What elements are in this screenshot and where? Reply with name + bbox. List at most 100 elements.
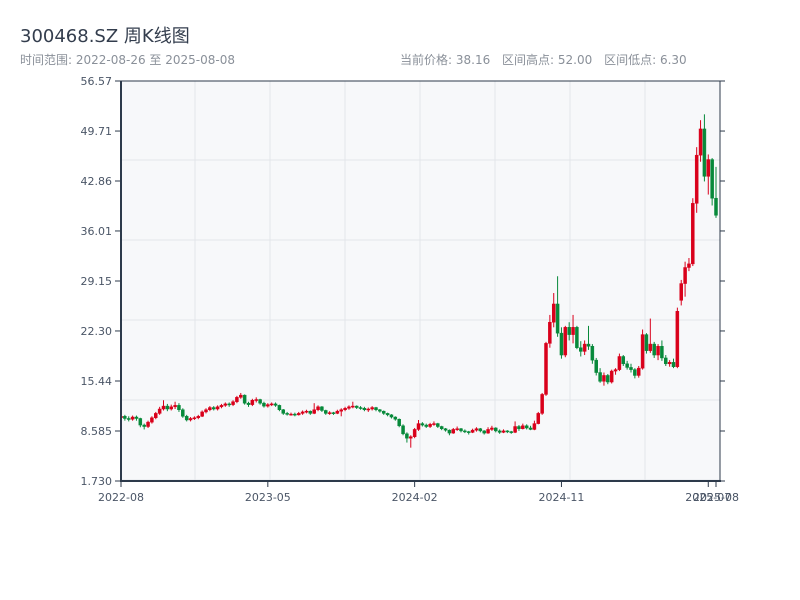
candle-down [374, 407, 378, 410]
candle-down [211, 407, 216, 410]
candle-up [636, 367, 641, 376]
candle-up [192, 417, 197, 420]
candle-down [710, 159, 714, 199]
candle-down [393, 416, 398, 420]
candle-up [347, 406, 351, 409]
candle-down [463, 430, 467, 433]
candle-down [227, 403, 231, 406]
candle-down [165, 405, 170, 410]
candle-down [509, 431, 513, 433]
candle-up [536, 413, 541, 424]
candle-up [200, 411, 204, 417]
candle-up [416, 423, 421, 430]
candle-up [490, 427, 494, 430]
candle-up [188, 418, 193, 421]
candle-down [505, 430, 510, 433]
candle-down [320, 406, 324, 411]
x-tick-label: 2024-11 [538, 491, 584, 504]
candle-down [439, 426, 444, 429]
candle-up [687, 263, 691, 268]
candle-up [316, 406, 320, 410]
x-tick-label: 2022-08 [98, 491, 144, 504]
candle-up [694, 154, 699, 204]
candle-down [528, 427, 533, 430]
candle-up [269, 403, 274, 406]
candle-up [691, 203, 695, 265]
candle-up [146, 421, 150, 427]
candle-up [548, 321, 552, 344]
x-tick-label: 2025-08 [693, 491, 739, 504]
candle-down [494, 427, 498, 432]
candle-up [161, 405, 166, 410]
y-tick-label: 56.57 [81, 75, 113, 88]
candle-down [293, 413, 297, 416]
candle-up [513, 426, 517, 433]
candle-up [239, 394, 243, 398]
candle-down [621, 356, 626, 365]
candle-down [436, 423, 440, 427]
candle-up [335, 410, 340, 414]
candle-down [177, 405, 181, 410]
candle-down [273, 403, 278, 406]
candle-down [262, 402, 266, 407]
y-tick-label: 49.71 [81, 125, 113, 138]
candle-down [420, 423, 425, 426]
candle-up [289, 413, 293, 416]
candle-up [370, 407, 374, 410]
candle-down [594, 359, 598, 373]
candle-up [150, 417, 154, 423]
candle-up [679, 283, 683, 301]
candle-up [412, 429, 417, 437]
candle-up [470, 429, 475, 433]
candlestick-chart: 1.730 8.585 15.44 22.30 29.15 36.01 42.86 49.71… [81, 75, 739, 504]
candle-up [683, 267, 687, 284]
x-tick-label: 2023-05 [245, 491, 291, 504]
candle-down [331, 412, 336, 414]
candle-up [602, 375, 606, 382]
candle-down [443, 428, 448, 431]
x-tick-label: 2024-02 [392, 491, 438, 504]
candle-up [613, 369, 618, 372]
candle-down [664, 357, 668, 365]
candle-up [428, 424, 432, 427]
candle-down [660, 346, 664, 359]
candle-up [409, 436, 413, 439]
candle-down [401, 425, 405, 435]
candle-down [362, 408, 367, 410]
candle-down [184, 416, 189, 421]
candle-up [366, 408, 371, 411]
candle-down [246, 402, 251, 405]
candle-up [312, 409, 316, 414]
candle-up [196, 416, 201, 419]
candle-down [671, 362, 676, 367]
candle-down [586, 343, 591, 347]
y-tick-label: 15.44 [81, 375, 113, 388]
candle-down [559, 332, 564, 356]
candle-down [702, 128, 707, 177]
candle-up [304, 410, 309, 413]
candle-down [358, 407, 363, 409]
candle-down [142, 424, 146, 427]
candle-down [625, 363, 629, 368]
candle-down [138, 418, 143, 426]
candle-up [451, 429, 456, 434]
candle-down [644, 334, 649, 351]
candle-down [466, 431, 471, 433]
candle-up [675, 311, 680, 367]
candle-down [354, 405, 359, 408]
candle-up [154, 413, 158, 419]
candle-down [633, 369, 637, 376]
candle-down [405, 433, 409, 439]
candle-up [343, 408, 347, 410]
candle-down [181, 409, 185, 417]
candle-up [698, 128, 703, 156]
candle-up [219, 405, 224, 408]
candle-down [242, 394, 247, 404]
candle-up [157, 408, 162, 414]
candle-down [459, 428, 463, 432]
candle-up [571, 327, 575, 335]
candle-down [397, 418, 401, 427]
y-tick-label: 42.86 [81, 175, 113, 188]
candle-up [474, 428, 479, 431]
candle-up [617, 356, 622, 370]
